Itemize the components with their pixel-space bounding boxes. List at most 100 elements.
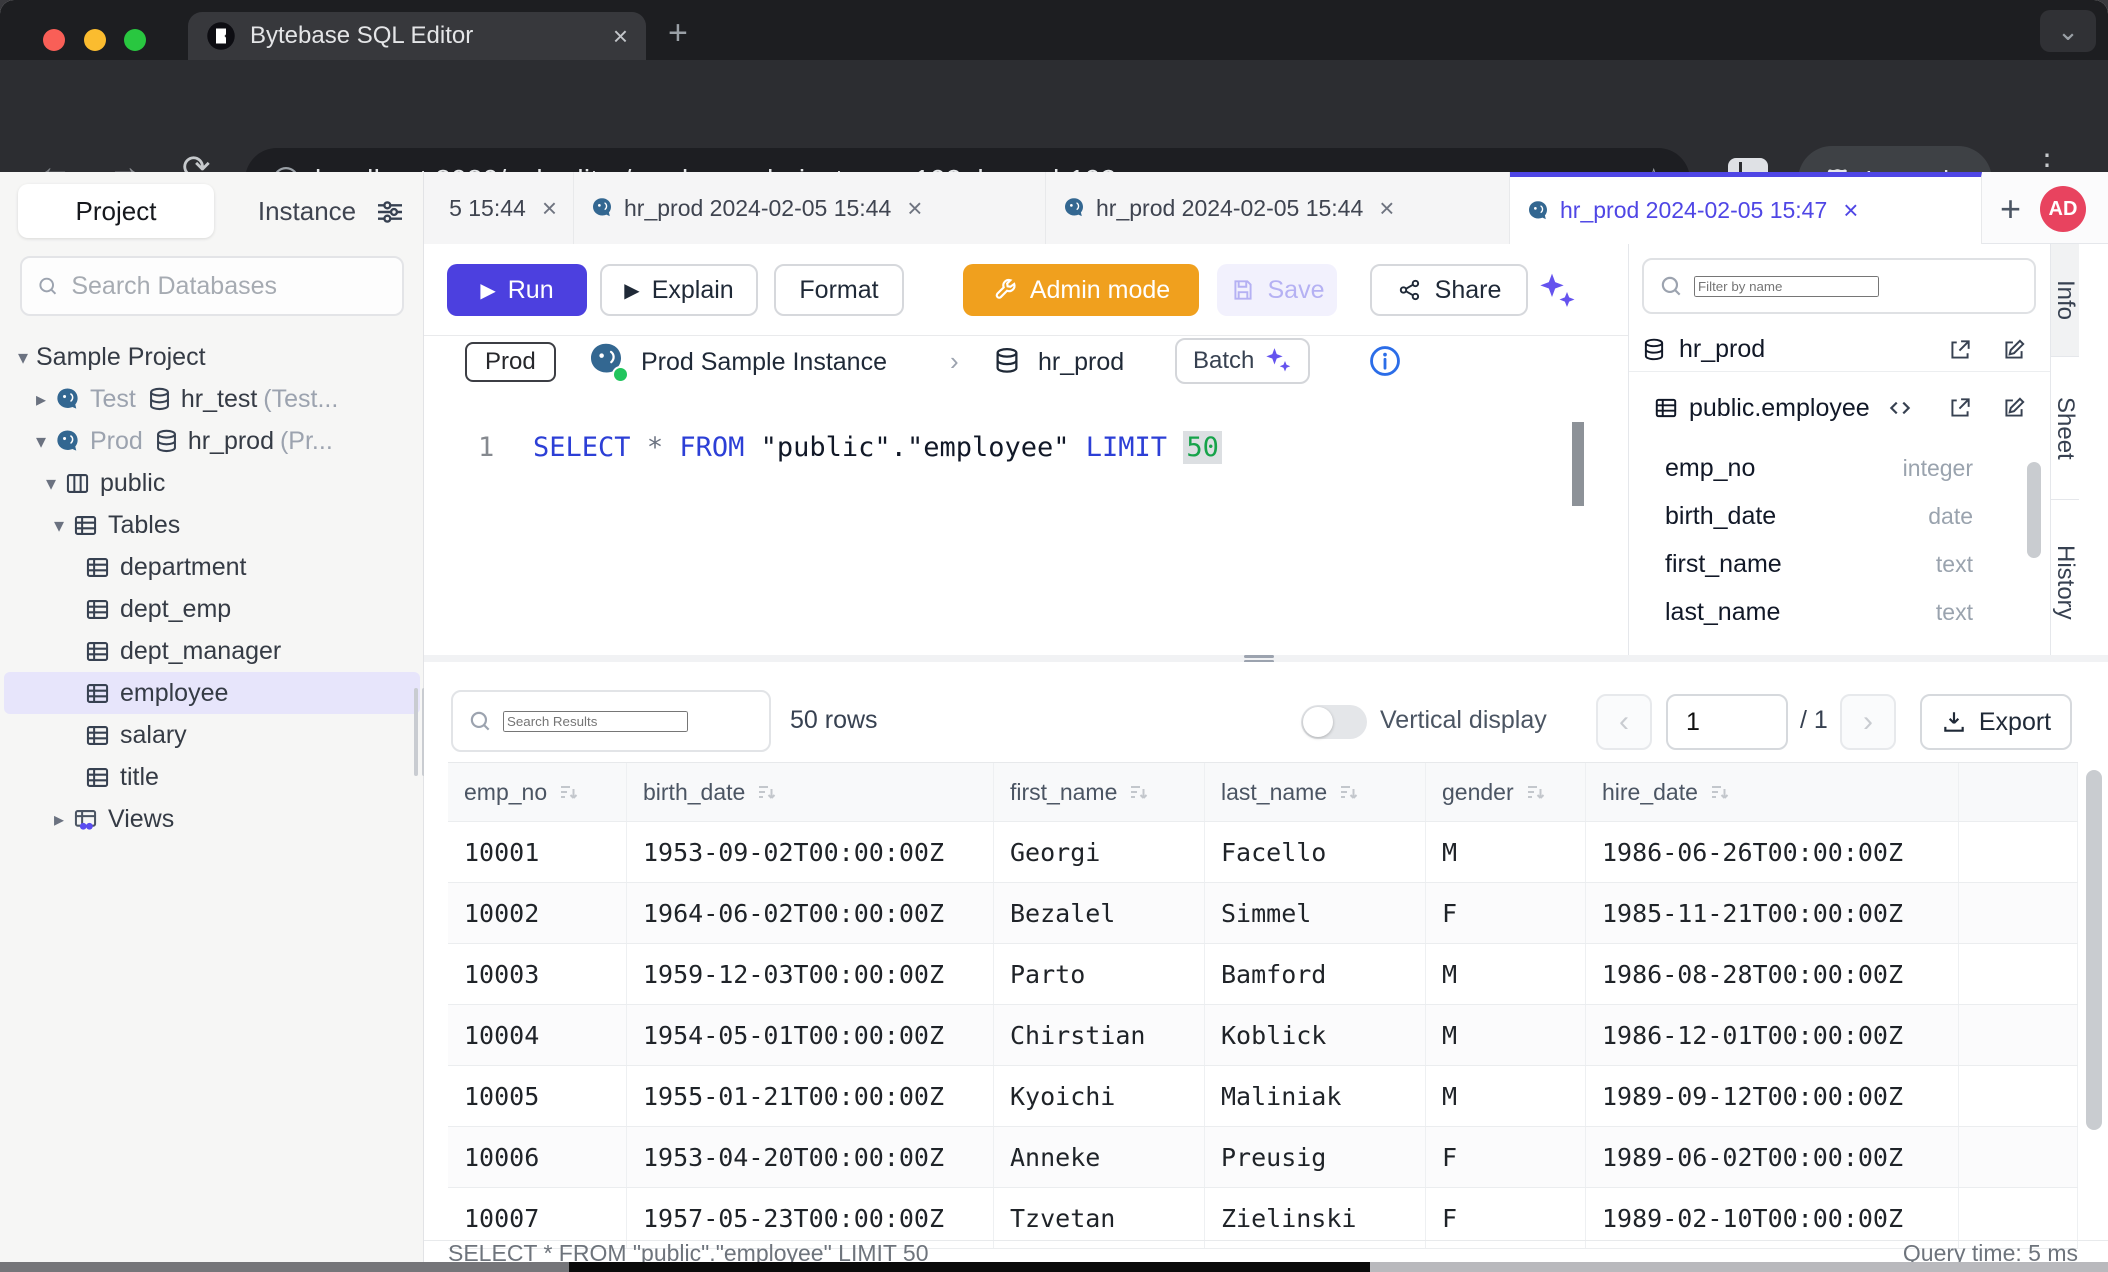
tree-item-tables-group[interactable]: ▾ Tables	[0, 504, 424, 546]
cell[interactable]: Parto	[994, 944, 1205, 1004]
cell[interactable]: 1985-11-21T00:00:00Z	[1586, 883, 1959, 943]
column-row[interactable]: last_name text	[1629, 588, 2051, 636]
cell[interactable]: 1986-12-01T00:00:00Z	[1586, 1005, 1959, 1065]
close-tab-icon[interactable]: ×	[542, 193, 557, 224]
cell[interactable]: 1959-12-03T00:00:00Z	[627, 944, 994, 1004]
editor-tab-3[interactable]: hr_prod 2024-02-05 15:44 ×	[1046, 172, 1510, 244]
close-tab-icon[interactable]: ×	[1843, 195, 1858, 226]
new-sheet-button[interactable]: +	[2000, 188, 2021, 230]
cell[interactable]: M	[1426, 822, 1586, 882]
tree-item-table-salary[interactable]: salary	[0, 714, 424, 756]
cell[interactable]: 10003	[448, 944, 627, 1004]
column-header[interactable]: birth_date	[627, 763, 994, 821]
explain-button[interactable]: ▶ Explain	[600, 264, 758, 316]
database-search[interactable]	[20, 256, 404, 316]
cell[interactable]: 10002	[448, 883, 627, 943]
table-row[interactable]: 100051955-01-21T00:00:00ZKyoichiMaliniak…	[448, 1066, 2078, 1127]
editor-tab-4-active[interactable]: hr_prod 2024-02-05 15:47 ×	[1510, 172, 1982, 244]
cell[interactable]: F	[1426, 1127, 1586, 1187]
cell[interactable]: Maliniak	[1205, 1066, 1426, 1126]
code-icon[interactable]	[1887, 395, 1913, 421]
column-row[interactable]: birth_date date	[1629, 492, 2051, 540]
caret-down-icon[interactable]: ▾	[38, 471, 64, 496]
sort-icon[interactable]	[1127, 780, 1151, 804]
save-button[interactable]: Save	[1217, 264, 1337, 316]
tree-item-table-title[interactable]: title	[0, 756, 424, 798]
external-link-icon[interactable]	[1947, 337, 1973, 363]
tree-item-table-dept-emp[interactable]: dept_emp	[0, 588, 424, 630]
sort-icon[interactable]	[1524, 780, 1548, 804]
column-header[interactable]: last_name	[1205, 763, 1426, 821]
column-filter-input[interactable]	[1694, 276, 1879, 297]
admin-mode-button[interactable]: Admin mode	[963, 264, 1199, 316]
maximize-window-button[interactable]	[124, 29, 146, 51]
next-page-button[interactable]: ›	[1840, 694, 1896, 750]
column-header[interactable]: first_name	[994, 763, 1205, 821]
page-number-input[interactable]	[1684, 707, 1786, 738]
rail-tab-sheet[interactable]: Sheet	[2051, 357, 2079, 500]
panel-splitter[interactable]	[424, 655, 2108, 662]
sort-icon[interactable]	[1337, 780, 1361, 804]
editor-tab-2[interactable]: hr_prod 2024-02-05 15:44 ×	[574, 172, 1046, 244]
cell[interactable]: Preusig	[1205, 1127, 1426, 1187]
cell[interactable]: Bezalel	[994, 883, 1205, 943]
browser-tab[interactable]: Bytebase SQL Editor ×	[188, 12, 646, 60]
prev-page-button[interactable]: ‹	[1596, 694, 1652, 750]
external-link-icon[interactable]	[1947, 395, 1973, 421]
edit-icon[interactable]	[2001, 337, 2027, 363]
sort-icon[interactable]	[557, 780, 581, 804]
cell[interactable]: 10004	[448, 1005, 627, 1065]
sort-icon[interactable]	[1708, 780, 1732, 804]
edit-icon[interactable]	[2001, 395, 2027, 421]
column-header[interactable]: gender	[1426, 763, 1586, 821]
rail-tab-info[interactable]: Info	[2051, 244, 2079, 357]
close-window-button[interactable]	[43, 29, 65, 51]
cell[interactable]: 1989-09-12T00:00:00Z	[1586, 1066, 1959, 1126]
new-tab-button[interactable]: +	[668, 14, 688, 53]
ai-sparkle-icon[interactable]	[1537, 272, 1577, 312]
caret-right-icon[interactable]: ▸	[46, 807, 72, 832]
cell[interactable]: 10001	[448, 822, 627, 882]
close-tab-icon[interactable]: ×	[907, 193, 922, 224]
cell[interactable]: Koblick	[1205, 1005, 1426, 1065]
share-button[interactable]: Share	[1370, 264, 1528, 316]
user-avatar[interactable]: AD	[2040, 186, 2086, 232]
column-list-scrollbar[interactable]	[2027, 462, 2041, 558]
cell[interactable]: M	[1426, 1066, 1586, 1126]
cell[interactable]: 1955-01-21T00:00:00Z	[627, 1066, 994, 1126]
filter-settings-icon[interactable]	[374, 196, 406, 228]
cell[interactable]: 1986-08-28T00:00:00Z	[1586, 944, 1959, 1004]
batch-button[interactable]: Batch	[1175, 338, 1310, 384]
tree-item-schema-public[interactable]: ▾ public	[0, 462, 424, 504]
results-scrollbar[interactable]	[2086, 770, 2102, 1130]
page-number-field[interactable]	[1666, 694, 1788, 750]
format-button[interactable]: Format	[774, 264, 904, 316]
tree-item-table-department[interactable]: department	[0, 546, 424, 588]
vertical-display-toggle[interactable]	[1301, 705, 1367, 739]
cell[interactable]: 1953-04-20T00:00:00Z	[627, 1127, 994, 1187]
sort-icon[interactable]	[755, 780, 779, 804]
cell[interactable]: M	[1426, 944, 1586, 1004]
cell[interactable]: Kyoichi	[994, 1066, 1205, 1126]
database-search-input[interactable]	[69, 271, 402, 302]
cell[interactable]: Simmel	[1205, 883, 1426, 943]
info-icon[interactable]	[1368, 344, 1402, 378]
cell[interactable]: 1954-05-01T00:00:00Z	[627, 1005, 994, 1065]
cell[interactable]: Bamford	[1205, 944, 1426, 1004]
tree-item-hr-prod[interactable]: ▾ Prod hr_prod (Pr...	[0, 420, 424, 462]
tree-item-table-dept-manager[interactable]: dept_manager	[0, 630, 424, 672]
tree-item-project[interactable]: ▾ Sample Project	[0, 336, 424, 378]
column-header[interactable]: emp_no	[448, 763, 627, 821]
column-header[interactable]: hire_date	[1586, 763, 1959, 821]
close-tab-icon[interactable]: ×	[1379, 193, 1394, 224]
cell[interactable]: 10005	[448, 1066, 627, 1126]
tree-item-hr-test[interactable]: ▸ Test hr_test (Test...	[0, 378, 424, 420]
cell[interactable]: Facello	[1205, 822, 1426, 882]
table-row[interactable]: 100061953-04-20T00:00:00ZAnnekePreusigF1…	[448, 1127, 2078, 1188]
table-row[interactable]: 100021964-06-02T00:00:00ZBezalelSimmelF1…	[448, 883, 2078, 944]
table-row[interactable]: 100041954-05-01T00:00:00ZChirstianKoblic…	[448, 1005, 2078, 1066]
database-name[interactable]: hr_prod	[1038, 348, 1124, 377]
column-row[interactable]: emp_no integer	[1629, 444, 2051, 492]
editor-scrollbar[interactable]	[1572, 422, 1584, 506]
tab-project[interactable]: Project	[18, 184, 214, 238]
